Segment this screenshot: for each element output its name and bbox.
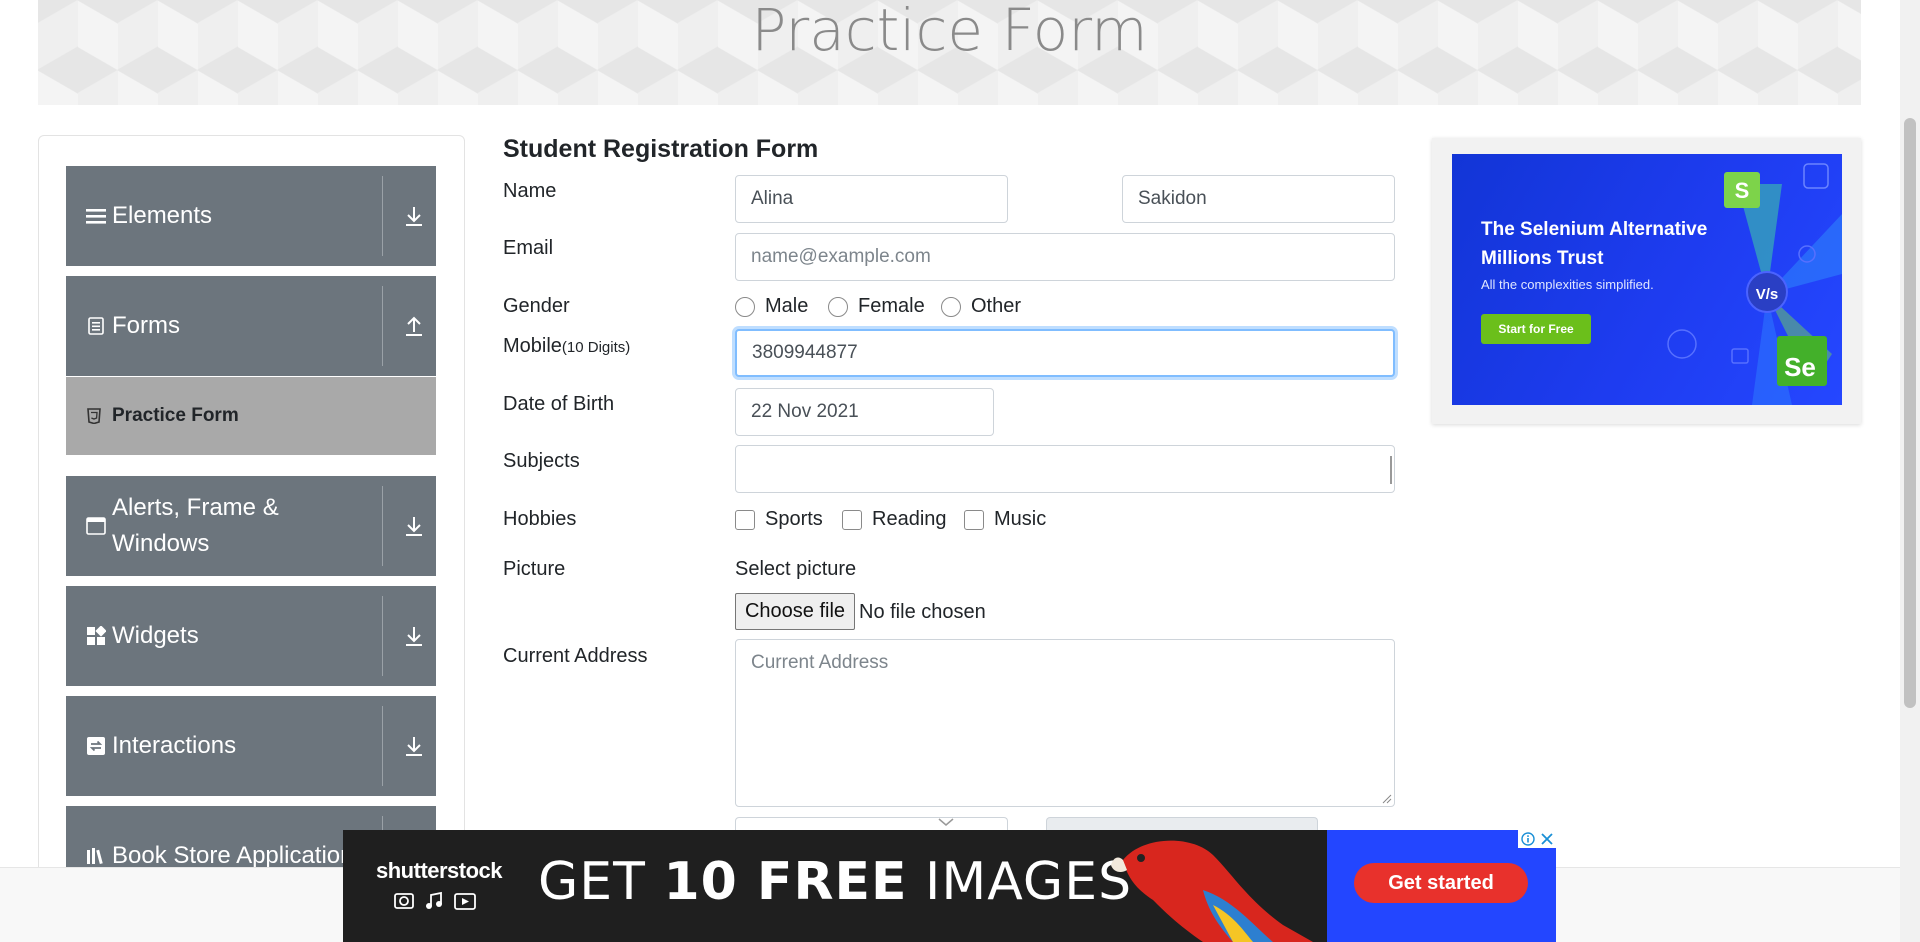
widgets-icon	[86, 626, 106, 646]
address-label: Current Address	[503, 645, 648, 667]
hamburger-icon	[86, 206, 106, 226]
mobile-label-text: Mobile	[503, 335, 562, 357]
download-arrow-icon[interactable]	[404, 624, 424, 648]
sidebar-group-forms[interactable]: Forms	[66, 276, 436, 376]
parrot-image	[1111, 840, 1313, 942]
sidebar-group-label: Interactions	[112, 732, 237, 759]
divider	[382, 176, 383, 256]
ad-right[interactable]: V/s S Se The Selenium Alternative Millio…	[1432, 138, 1861, 424]
mobile-input[interactable]: 3809944877	[735, 329, 1395, 377]
ad-info-icon[interactable]	[1518, 830, 1537, 848]
upload-arrow-icon[interactable]	[404, 314, 424, 338]
download-arrow-icon[interactable]	[404, 514, 424, 538]
headline-part: GET	[538, 852, 664, 912]
address-placeholder: Current Address	[751, 652, 889, 673]
select-picture-text: Select picture	[735, 558, 857, 580]
page: Practice Form Elements Forms Practice Fo…	[0, 0, 1920, 942]
divider	[382, 486, 383, 566]
checkbox-label: Sports	[765, 508, 823, 530]
hobby-sports-checkbox[interactable]: Sports	[735, 508, 823, 531]
ad-bottom[interactable]: shutterstock GET 10 FREE IMAGES Get star…	[343, 830, 1556, 942]
radio-button[interactable]	[941, 296, 961, 317]
first-name-input[interactable]: Alina	[735, 175, 1008, 223]
svg-text:Se: Se	[1784, 352, 1816, 382]
sidebar: Elements Forms Practice Form Alerts, Fra…	[38, 135, 465, 896]
radio-label: Male	[765, 295, 809, 317]
divider	[382, 286, 383, 366]
ad-controls	[1518, 830, 1556, 848]
resize-handle-icon[interactable]	[1382, 794, 1392, 804]
sidebar-group-alerts[interactable]: Alerts, Frame & Windows	[66, 476, 436, 576]
sidebar-group-label: Widgets	[112, 622, 199, 649]
checkbox[interactable]	[735, 509, 755, 530]
hobbies-label: Hobbies	[503, 508, 577, 530]
radio-label: Other	[971, 295, 1022, 317]
sidebar-group-label: Forms	[112, 312, 180, 339]
download-arrow-icon[interactable]	[404, 204, 424, 228]
scrollbar-thumb[interactable]	[1904, 118, 1916, 708]
checkbox[interactable]	[842, 509, 862, 530]
gender-other-radio[interactable]: Other	[941, 295, 1021, 318]
sidebar-group-widgets[interactable]: Widgets	[66, 586, 436, 686]
name-label: Name	[503, 180, 557, 202]
ad-right-cta-button[interactable]: Start for Free	[1481, 314, 1591, 344]
sidebar-group-elements[interactable]: Elements	[66, 166, 436, 266]
current-address-textarea[interactable]: Current Address	[735, 639, 1395, 807]
last-name-input[interactable]: Sakidon	[1122, 175, 1395, 223]
text-cursor	[1390, 456, 1392, 484]
form-title: Student Registration Form	[503, 135, 819, 163]
picture-label: Picture	[503, 558, 566, 580]
page-scrollbar[interactable]	[1900, 0, 1920, 942]
ad-right-subtext: All the complexities simplified.	[1481, 277, 1654, 292]
download-arrow-icon[interactable]	[404, 734, 424, 758]
headline-bold: 10 FREE	[663, 852, 908, 912]
divider	[382, 596, 383, 676]
ad-close-icon[interactable]	[1537, 830, 1556, 848]
sidebar-group-label: Alerts, Frame & Windows	[112, 494, 279, 557]
header-banner: Practice Form	[38, 0, 1861, 105]
divider	[382, 706, 383, 786]
hobby-music-checkbox[interactable]: Music	[964, 508, 1046, 531]
subjects-label: Subjects	[503, 450, 580, 472]
choose-file-button[interactable]: Choose file	[735, 593, 855, 630]
interactions-icon	[86, 736, 106, 756]
sidebar-item-practice-form[interactable]: Practice Form	[66, 377, 436, 455]
chevron-down-icon	[938, 818, 954, 826]
radio-label: Female	[858, 295, 925, 317]
hobby-reading-checkbox[interactable]: Reading	[842, 508, 947, 531]
document-icon	[86, 316, 106, 336]
ad-bottom-headline: GET 10 FREE IMAGES	[538, 852, 1132, 912]
no-file-chosen-text: No file chosen	[859, 601, 986, 623]
subjects-input[interactable]	[735, 445, 1395, 493]
radio-button[interactable]	[828, 296, 848, 317]
email-label: Email	[503, 237, 554, 259]
gender-male-radio[interactable]: Male	[735, 295, 808, 318]
ad-bottom-cta-button[interactable]: Get started	[1354, 863, 1528, 903]
dob-label: Date of Birth	[503, 393, 615, 415]
checkbox-label: Reading	[872, 508, 947, 530]
checkbox[interactable]	[964, 509, 984, 530]
sidebar-item-label: Practice Form	[112, 405, 239, 426]
sidebar-group-label: Elements	[112, 202, 213, 229]
dob-input[interactable]: 22 Nov 2021	[735, 388, 994, 436]
svg-text:S: S	[1735, 178, 1750, 203]
gender-female-radio[interactable]: Female	[828, 295, 925, 318]
gender-label: Gender	[503, 295, 570, 317]
ad-bottom-brand: shutterstock	[376, 858, 503, 883]
media-icons	[394, 891, 476, 910]
ad-right-headline: The Selenium Alternative Millions Trust	[1481, 219, 1708, 269]
page-title: Practice Form	[751, 0, 1148, 64]
html5-icon	[86, 407, 102, 425]
mobile-label: Mobile(10 Digits)	[503, 335, 630, 358]
email-input[interactable]: name@example.com	[735, 233, 1395, 281]
mobile-hint: (10 Digits)	[561, 339, 631, 356]
ad-right-creative[interactable]: V/s S Se The Selenium Alternative Millio…	[1452, 154, 1842, 405]
svg-text:V/s: V/s	[1756, 286, 1779, 303]
window-icon	[86, 516, 106, 536]
books-icon	[86, 846, 106, 866]
sidebar-group-interactions[interactable]: Interactions	[66, 696, 436, 796]
radio-button[interactable]	[735, 296, 755, 317]
checkbox-label: Music	[994, 508, 1047, 530]
